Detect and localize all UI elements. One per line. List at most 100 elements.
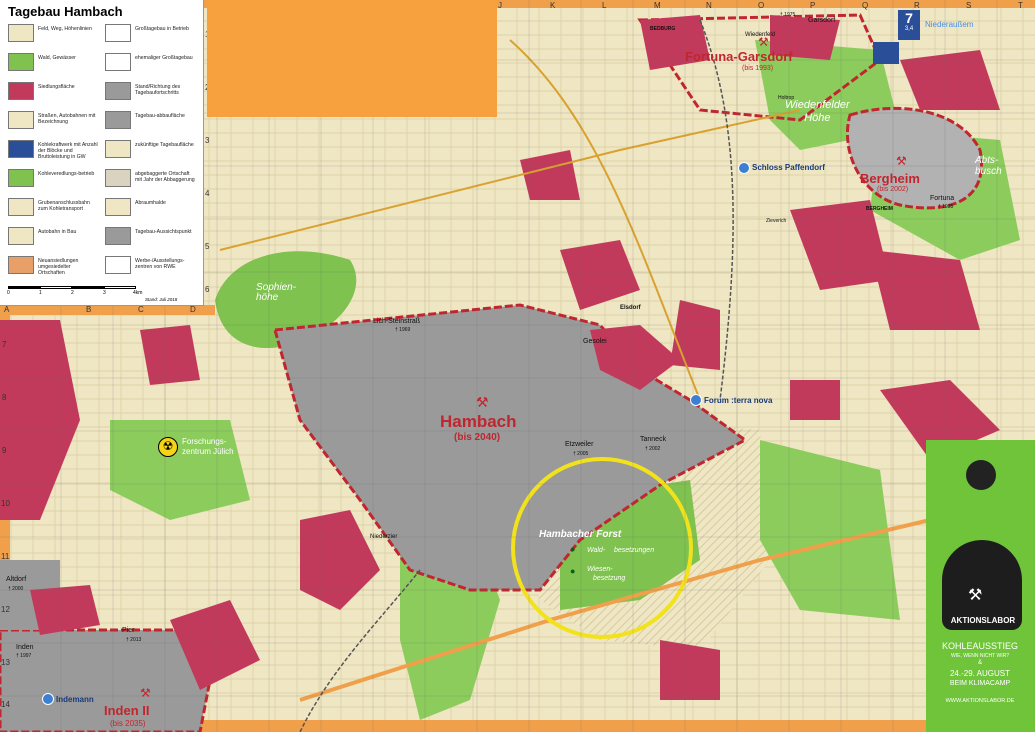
niederaussem-label: Niederaußem: [925, 20, 974, 29]
indemann-label: Indemann: [56, 695, 94, 704]
grid-row-4: 4: [205, 189, 210, 198]
legend-swatch: [8, 140, 34, 158]
grid-row-6: 6: [205, 285, 210, 294]
legend-swatch: [8, 169, 34, 187]
factory-icon: [873, 42, 899, 64]
place-bedburg: BEDBURG: [650, 26, 676, 32]
legend-label: Abraumhalde: [135, 200, 166, 206]
legend-date: Stand: Juli 2018: [145, 297, 178, 302]
inden-mine-icon: ⚒: [140, 686, 151, 700]
indemann-icon[interactable]: [42, 693, 54, 705]
scale-tick-1: 1: [39, 290, 42, 296]
grid-label-k: K: [550, 1, 556, 10]
legend-swatch: [105, 227, 131, 245]
grid-row-10: 10: [1, 499, 10, 508]
aktionslabor-line2: WIE, WENN NICHT WIR?: [951, 653, 1009, 659]
inden-years: (bis 2035): [110, 719, 146, 728]
legend-label: Neuansiedlungen umgesiedelter Ortschafte…: [38, 258, 79, 276]
aktionslabor-panel[interactable]: ⚒ AKTIONSLABOR KOHLEAUSSTIEG WIE, WENN N…: [926, 440, 1035, 732]
powerplant-gw: 3,4: [904, 26, 914, 32]
legend-swatch: [105, 24, 131, 42]
legend-swatch: [105, 256, 131, 274]
wiedenfelder-label: Wiedenfelder Höhe: [785, 99, 850, 124]
inden-label: Inden II: [104, 703, 150, 718]
powerplant-badge[interactable]: 7 3,4: [898, 10, 920, 40]
legend-label: Tagebau-Aussichtspunkt: [135, 229, 192, 235]
place-niederzier: Niederzier: [370, 534, 398, 540]
wiesen-label-1: Wiesen-: [587, 566, 613, 573]
hambach-mine-icon: ⚒: [476, 394, 489, 410]
legend-swatch: [8, 227, 34, 245]
grid-row-9: 9: [2, 446, 7, 455]
legend-label: Grubenanschlussbahn zum Kohletransport: [38, 200, 90, 212]
place-garsdorf: Garsdorf: [808, 17, 836, 24]
bergheim-mine-icon: ⚒: [896, 154, 907, 168]
grid-label-s: S: [966, 1, 972, 10]
place-fortuna: Fortuna: [930, 195, 955, 202]
place-lich: Lich-Steinstraß: [373, 318, 421, 325]
legend-label: Autobahn in Bau: [38, 229, 77, 235]
scale-tick-2: 2: [71, 290, 74, 296]
grid-row-14: 14: [1, 700, 10, 709]
aktionslabor-line3: &: [977, 660, 982, 666]
forum-terra-nova-icon[interactable]: [690, 394, 702, 406]
grid-row-8: 8: [2, 393, 7, 402]
legend-title: Tagebau Hambach: [8, 4, 123, 19]
grid-label-c: C: [138, 305, 144, 314]
grid-label-q: Q: [862, 1, 869, 10]
place-bergheim-town: BERGHEIM: [866, 206, 893, 212]
legend-label: abgebaggerte Ortschaft mit Jahr der Abba…: [135, 171, 195, 183]
place-tanneck-year: † 2002: [645, 446, 661, 452]
hambacher-forst-label: Hambacher Forst: [539, 529, 622, 540]
orange-panel: [207, 0, 497, 117]
grid-label-o: O: [758, 1, 765, 10]
place-pier: Pier: [122, 627, 135, 634]
place-fortuna-year: † 1985: [938, 204, 954, 210]
fortuna-label: Fortuna-Garsdorf: [685, 49, 793, 64]
grid-row-7: 7: [2, 340, 7, 349]
legend-label: Siedlungsfläche: [38, 84, 75, 90]
grid-row-11: 11: [1, 552, 10, 561]
legend-swatch: [8, 82, 34, 100]
grid-border-top-left: [0, 305, 215, 315]
tree-icon-1: ●: [570, 544, 576, 554]
place-altdorf-year: † 2000: [8, 586, 24, 592]
grid-label-d: D: [190, 305, 196, 314]
aktionslabor-line1: KOHLEAUSSTIEG: [941, 641, 1019, 651]
legend-swatch: [105, 82, 131, 100]
scale-tick-0: 0: [7, 290, 10, 296]
place-zieverich: Zieverich: [766, 218, 787, 224]
grid-label-n: N: [706, 1, 712, 10]
legend-label: Werbe-/Ausstellungs-zentren von RWE: [135, 258, 185, 270]
tree-icon-2: ●: [570, 566, 576, 576]
place-elsdorf: Elsdorf: [620, 305, 641, 311]
place-tanneck: Tanneck: [640, 436, 667, 443]
radiation-icon[interactable]: ☢: [158, 437, 178, 457]
wiesen-label-2: besetzung: [593, 575, 626, 582]
schloss-paffendorf-label: Schloss Paffendorf: [752, 163, 825, 172]
grid-label-m: M: [654, 1, 661, 10]
map[interactable]: A B C D E F G H I J K L M N O P Q R S T …: [0, 0, 1035, 732]
schloss-paffendorf-icon[interactable]: [738, 162, 750, 174]
legend-label: Wald, Gewässer: [38, 55, 76, 61]
hambach-label: Hambach: [440, 412, 517, 431]
abtsbusch-label: Abts- busch: [975, 155, 1002, 177]
fortuna-years: (bis 1993): [742, 65, 774, 72]
grid-label-a: A: [4, 305, 10, 314]
legend-swatch: [105, 53, 131, 71]
forum-terra-nova-label: Forum :terra nova: [704, 396, 773, 405]
legend-swatch: [105, 140, 131, 158]
place-etzweiler: Etzweiler: [565, 441, 594, 448]
grid-label-r: R: [914, 1, 920, 10]
legend-label: ehemaliger Großtagebau: [135, 55, 193, 61]
aktionslabor-url[interactable]: WWW.AKTIONSLABOR.DE: [930, 698, 1030, 704]
legend-label: Großtagebau in Betrieb: [135, 26, 189, 32]
grid-label-j: J: [498, 1, 502, 10]
grid-label-t: T: [1018, 1, 1023, 10]
place-lich-year: † 1969: [395, 327, 411, 333]
grid-label-b: B: [86, 305, 92, 314]
forschungszentrum-label-2: zentrum Jülich: [182, 447, 234, 456]
powerplant-blocks: 7: [905, 10, 913, 26]
legend-label: Stand/Richtung des Tagebaufortschritts: [135, 84, 181, 96]
place-inden-year: † 1997: [16, 653, 32, 659]
